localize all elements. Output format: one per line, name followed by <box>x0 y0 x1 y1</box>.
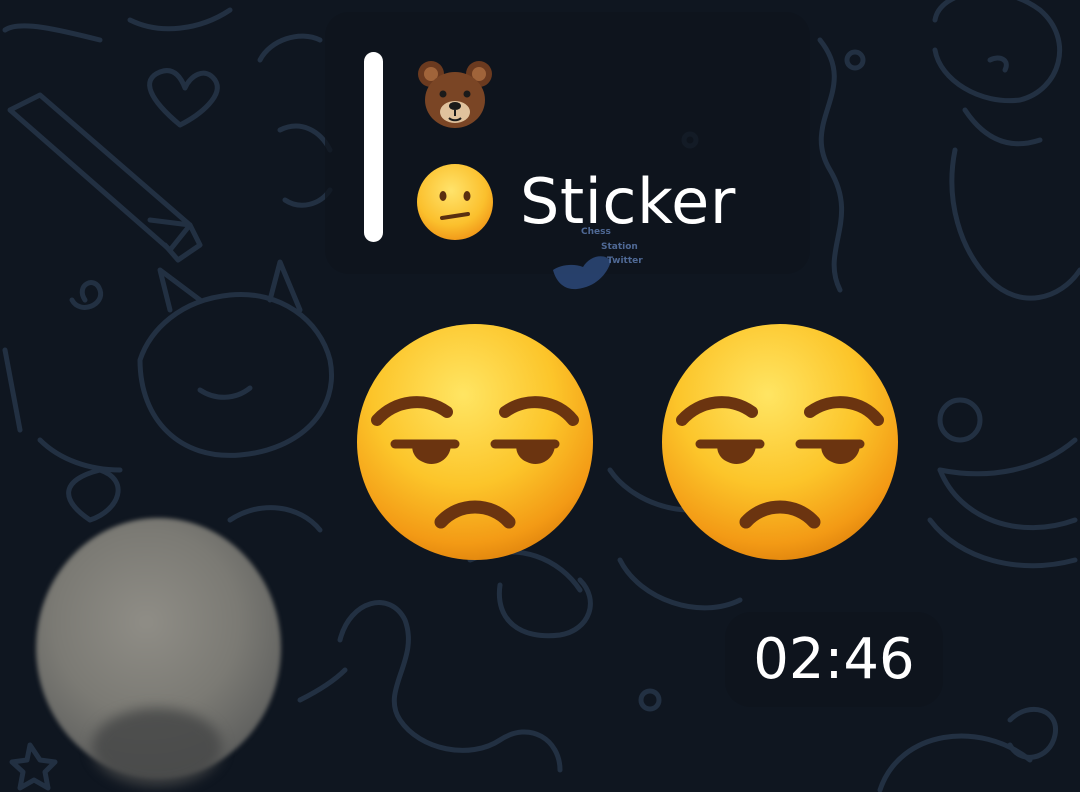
watermark-logo: Chess Station Twitter <box>545 225 655 300</box>
bear-face-emoji-icon <box>418 61 492 128</box>
unamused-face-sticker-icon[interactable] <box>355 322 595 562</box>
message-timestamp-badge: 02:46 <box>725 612 943 707</box>
reply-accent-bar <box>364 52 383 242</box>
watermark-line-1: Chess <box>581 227 611 237</box>
unamused-face-sticker-icon[interactable] <box>660 322 900 562</box>
message-timestamp: 02:46 <box>753 627 915 692</box>
avatar-shadow <box>92 708 222 786</box>
confused-face-emoji-icon <box>417 164 493 240</box>
watermark-line-2: Station <box>601 242 638 252</box>
watermark-line-3: Twitter <box>607 256 643 266</box>
